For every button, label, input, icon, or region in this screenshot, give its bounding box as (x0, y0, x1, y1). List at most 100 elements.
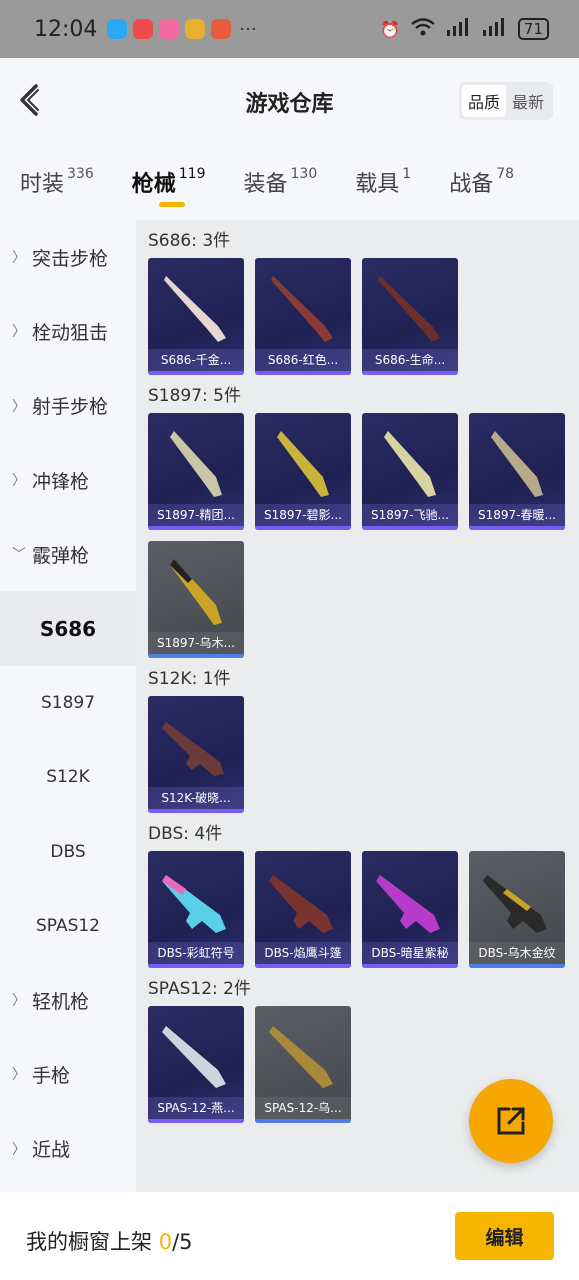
rarity-bar (255, 371, 351, 375)
tab-firearms[interactable]: 枪械 119 (131, 146, 206, 207)
tab-label: 时装 (20, 172, 65, 197)
sidebar-item-marksman-rifle[interactable]: 〉射手步枪 (0, 369, 136, 443)
share-button[interactable] (469, 1079, 553, 1163)
sort-latest-button[interactable]: 最新 (506, 85, 550, 117)
alarm-icon: ⏰ (379, 19, 400, 39)
tab-count: 78 (496, 166, 515, 182)
share-icon (497, 1107, 525, 1135)
app-notification-icon (107, 19, 128, 39)
status-time: 12:04 (34, 16, 98, 42)
showcase-text: 我的橱窗上架 (26, 1230, 159, 1254)
skin-card[interactable]: S1897-精团... (148, 413, 244, 530)
chevron-right-icon: 〉 (12, 1141, 26, 1158)
sidebar-item-smg[interactable]: 〉冲锋枪 (0, 443, 136, 517)
skin-card[interactable]: S1897-飞驰... (362, 413, 458, 530)
shotgun-icon (170, 559, 222, 625)
rarity-bar (255, 964, 351, 968)
signal-icon (446, 18, 472, 40)
active-tab-indicator (158, 202, 185, 207)
battery-indicator: 71 (517, 18, 549, 40)
app-notification-icon (185, 19, 206, 39)
skin-name: SPAS-12-乌... (255, 1097, 351, 1119)
app-notification-icon (159, 19, 180, 39)
rarity-bar (148, 964, 244, 968)
rarity-bar (148, 809, 244, 813)
sidebar-item-shotgun[interactable]: ﹀ 霰弹枪 (0, 517, 136, 591)
skin-card[interactable]: DBS-暗星紫秘 (362, 851, 458, 968)
skin-card[interactable]: S1897-碧影... (255, 413, 351, 530)
skin-card[interactable]: SPAS-12-燕... (148, 1006, 244, 1123)
sidebar-sub-dbs[interactable]: DBS (0, 814, 136, 888)
showcase-current-count: 0 (158, 1230, 173, 1254)
shotgun-icon (376, 875, 440, 933)
shotgun-icon (277, 431, 329, 497)
shotgun-icon (170, 431, 222, 497)
rarity-bar (148, 654, 244, 658)
skin-card[interactable]: DBS-乌木金纹 (469, 851, 565, 968)
tab-fashion[interactable]: 时装 336 (20, 146, 94, 198)
group-title: SPAS12: 2件 (148, 979, 251, 999)
skin-grid: S1897-精团... S1897-碧影... S1897-飞驰... S189… (148, 413, 579, 658)
rarity-bar (469, 526, 565, 530)
group-title: S12K: 1件 (148, 669, 231, 689)
sidebar-item-assault-rifle[interactable]: 〉突击步枪 (0, 220, 136, 294)
sidebar-item-label: 栓动狙击 (32, 321, 109, 344)
sidebar-sub-s1897[interactable]: S1897 (0, 666, 136, 740)
skin-card[interactable]: SPAS-12-乌... (255, 1006, 351, 1123)
skin-card[interactable]: S1897-春暖... (469, 413, 565, 530)
app-notification-icon (211, 19, 232, 39)
shotgun-icon (164, 276, 226, 342)
shotgun-icon (269, 875, 333, 933)
signal-4g-icon (482, 18, 508, 40)
shotgun-icon (483, 875, 547, 933)
edit-button[interactable]: 编辑 (455, 1212, 554, 1260)
sidebar-sub-s12k[interactable]: S12K (0, 740, 136, 814)
tab-count: 336 (67, 166, 94, 182)
skin-name: S686-生命... (362, 349, 458, 371)
sidebar-item-lmg[interactable]: 〉轻机枪 (0, 963, 136, 1037)
tab-label: 载具 (355, 172, 400, 197)
tab-label: 战备 (449, 172, 494, 197)
tab-label: 枪械 (131, 172, 176, 197)
chevron-right-icon: 〉 (12, 1067, 26, 1084)
showcase-total-count: /5 (172, 1230, 193, 1254)
sidebar-item-melee[interactable]: 〉近战 (0, 1112, 136, 1186)
sidebar-item-bolt-sniper[interactable]: 〉栓动狙击 (0, 294, 136, 368)
tab-supplies[interactable]: 战备 78 (449, 146, 514, 198)
shotgun-icon (271, 276, 333, 342)
skin-card[interactable]: S686-千金... (148, 258, 244, 375)
sidebar-sub-spas12[interactable]: SPAS12 (0, 889, 136, 963)
rarity-bar (148, 1119, 244, 1123)
tab-count: 119 (178, 166, 206, 182)
sidebar-item-label: 突击步枪 (32, 247, 109, 270)
skin-name: S1897-飞驰... (362, 504, 458, 526)
tab-count: 1 (402, 166, 412, 182)
sidebar-item-label: 射手步枪 (32, 396, 109, 419)
skin-card[interactable]: DBS-彩虹符号 (148, 851, 244, 968)
rarity-bar (362, 964, 458, 968)
skin-grid: DBS-彩虹符号 DBS-焰鹰斗篷 DBS-暗星紫秘 DBS-乌木金纹 (148, 851, 579, 968)
tab-equipment[interactable]: 装备 130 (244, 146, 318, 198)
group-title: S686: 3件 (148, 231, 231, 251)
shotgun-icon (491, 431, 543, 497)
sidebar-item-pistol[interactable]: 〉手枪 (0, 1037, 136, 1111)
showcase-label: 我的橱窗上架 0/5 (26, 1226, 193, 1256)
rarity-bar (362, 526, 458, 530)
shotgun-icon (269, 1026, 333, 1088)
skin-name: DBS-焰鹰斗篷 (255, 942, 351, 964)
skin-name: S1897-碧影... (255, 504, 351, 526)
skin-card[interactable]: S686-红色... (255, 258, 351, 375)
app-notification-icon (133, 19, 154, 39)
sort-quality-button[interactable]: 品质 (461, 85, 506, 117)
category-tabs: 时装 336 枪械 119 装备 130 载具 1 战备 78 (0, 146, 579, 220)
group-title: DBS: 4件 (148, 824, 223, 844)
sidebar-sub-s686[interactable]: S686 (0, 591, 136, 666)
skin-card[interactable]: S12K-破晓... (148, 696, 244, 813)
sort-toggle: 品质 最新 (458, 82, 553, 120)
skin-card[interactable]: S1897-乌木... (148, 541, 244, 658)
tab-vehicles[interactable]: 载具 1 (355, 146, 411, 198)
skin-card[interactable]: S686-生命... (362, 258, 458, 375)
chevron-right-icon: 〉 (12, 993, 26, 1010)
skin-card[interactable]: DBS-焰鹰斗篷 (255, 851, 351, 968)
page-header: 游戏仓库 品质 最新 (0, 58, 579, 146)
